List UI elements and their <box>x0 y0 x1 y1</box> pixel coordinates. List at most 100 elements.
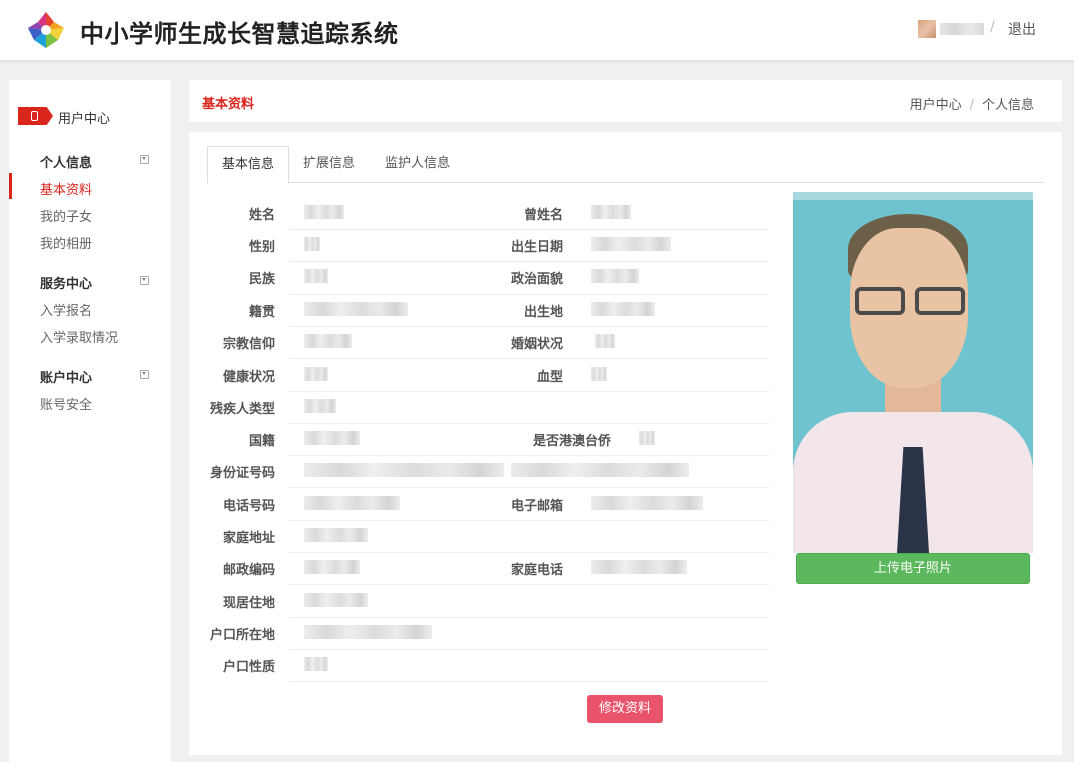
tab-bar: 基本信息 扩展信息 监护人信息 <box>207 146 1044 184</box>
app-logo-icon <box>28 12 64 48</box>
value-redacted <box>591 496 703 510</box>
value-redacted <box>591 269 639 283</box>
collapse-toggle-icon[interactable] <box>140 155 149 164</box>
breadcrumb-user-center[interactable]: 用户中心 <box>910 98 962 113</box>
label-blood-type: 血型 <box>536 370 563 385</box>
collapse-toggle-icon[interactable] <box>140 276 149 285</box>
value-redacted <box>304 431 360 445</box>
breadcrumb: 用户中心 / 个人信息 <box>910 94 1034 113</box>
value-redacted <box>304 593 368 607</box>
active-indicator <box>9 173 12 199</box>
row-divider <box>289 681 769 682</box>
value-redacted <box>304 205 344 219</box>
label-id-number: 身份证号码 <box>209 466 275 481</box>
breadcrumb-separator: / <box>969 98 974 113</box>
photo-border <box>793 192 1033 200</box>
value-redacted <box>304 367 328 381</box>
sidebar-item-account-security[interactable]: 账号安全 <box>40 394 92 413</box>
label-gender: 性别 <box>248 240 275 255</box>
label-home-phone: 家庭电话 <box>510 563 563 578</box>
value-redacted <box>304 237 320 251</box>
logout-link[interactable]: 退出 <box>1008 19 1036 39</box>
group-personal-info[interactable]: 个人信息 <box>40 152 92 171</box>
row-divider <box>289 520 769 521</box>
tab-extended-info[interactable]: 扩展信息 <box>289 146 369 183</box>
label-health: 健康状况 <box>222 370 275 385</box>
row-divider <box>289 423 769 424</box>
value-redacted <box>304 560 360 574</box>
value-redacted <box>304 528 368 542</box>
label-native-place: 籍贯 <box>248 305 275 320</box>
row-divider <box>289 294 769 295</box>
tab-guardian-info[interactable]: 监护人信息 <box>371 146 464 183</box>
label-former-name: 曾姓名 <box>523 208 563 223</box>
row-divider <box>289 552 769 553</box>
value-redacted <box>304 496 400 510</box>
sidebar-item-my-children[interactable]: 我的子女 <box>40 206 92 225</box>
value-redacted <box>304 334 352 348</box>
label-phone: 电话号码 <box>222 499 275 514</box>
page-title: 基本资料 <box>202 97 255 112</box>
value-redacted <box>304 625 432 639</box>
label-name: 姓名 <box>248 208 275 223</box>
breadcrumb-personal-info: 个人信息 <box>981 98 1034 113</box>
label-hukou-type: 户口性质 <box>222 660 275 675</box>
profile-photo <box>793 192 1033 553</box>
sidebar-item-enrollment[interactable]: 入学报名 <box>40 300 92 319</box>
label-ethnicity: 民族 <box>248 272 275 287</box>
row-divider <box>289 326 769 327</box>
row-divider <box>289 229 769 230</box>
user-center-label: 用户中心 <box>58 112 111 127</box>
tab-basic-info[interactable]: 基本信息 <box>207 146 290 184</box>
value-redacted <box>511 463 689 477</box>
value-redacted <box>595 334 615 348</box>
edit-profile-button[interactable]: 修改资料 <box>587 695 663 723</box>
label-marital-status: 婚姻状况 <box>510 337 563 352</box>
row-divider <box>289 261 769 262</box>
breadcrumb-panel: 基本资料 用户中心 / 个人信息 <box>189 80 1062 122</box>
sidebar-item-my-album[interactable]: 我的相册 <box>40 233 92 252</box>
header-separator: / <box>990 19 995 35</box>
value-redacted <box>591 302 655 316</box>
label-birthplace: 出生地 <box>523 305 563 320</box>
user-center-badge <box>18 107 53 125</box>
value-redacted <box>304 269 328 283</box>
row-divider <box>289 649 769 650</box>
value-redacted <box>304 302 408 316</box>
label-postal-code: 邮政编码 <box>222 563 275 578</box>
label-home-address: 家庭地址 <box>222 531 275 546</box>
sidebar-item-basic-profile[interactable]: 基本资料 <box>40 179 92 198</box>
app-title: 中小学师生成长智慧追踪系统 <box>80 20 399 48</box>
value-redacted <box>591 367 607 381</box>
row-divider <box>289 487 769 488</box>
photo-glasses <box>915 287 965 315</box>
row-divider <box>289 617 769 618</box>
value-redacted <box>304 463 504 477</box>
group-service-center[interactable]: 服务中心 <box>40 273 92 292</box>
value-redacted <box>639 431 655 445</box>
row-divider <box>289 358 769 359</box>
value-redacted <box>591 205 631 219</box>
row-divider <box>289 391 769 392</box>
label-current-residence: 现居住地 <box>222 596 275 611</box>
label-hk-macau-taiwan: 是否港澳台侨 <box>532 434 611 449</box>
label-hukou-location: 户口所在地 <box>209 628 275 643</box>
value-redacted <box>591 560 687 574</box>
value-redacted <box>304 657 328 671</box>
label-political-status: 政治面貌 <box>510 272 563 287</box>
upload-photo-button[interactable]: 上传电子照片 <box>796 553 1030 584</box>
row-divider <box>289 584 769 585</box>
user-name-redacted[interactable] <box>940 23 984 35</box>
lock-icon <box>31 111 38 121</box>
label-birth-date: 出生日期 <box>510 240 563 255</box>
value-redacted <box>304 399 336 413</box>
label-disability-type: 残疾人类型 <box>209 402 275 417</box>
label-religion: 宗教信仰 <box>222 337 275 352</box>
group-account-center[interactable]: 账户中心 <box>40 367 92 386</box>
collapse-toggle-icon[interactable] <box>140 370 149 379</box>
sidebar-item-admission-status[interactable]: 入学录取情况 <box>40 327 118 346</box>
user-avatar[interactable] <box>918 20 936 38</box>
row-divider <box>289 455 769 456</box>
profile-content: 基本信息 扩展信息 监护人信息 姓名 性别 民族 籍贯 宗教信仰 健康状况 残疾… <box>189 132 1062 755</box>
photo-glasses <box>855 287 905 315</box>
